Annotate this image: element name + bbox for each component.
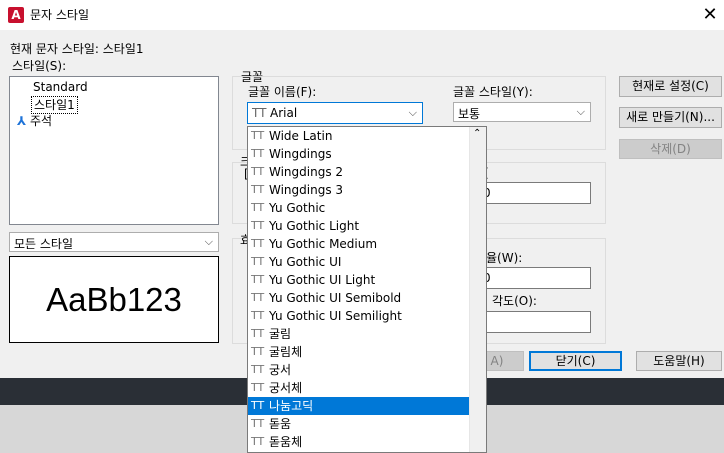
font-list-item[interactable]: TT Yu Gothic Medium [248, 235, 470, 253]
font-list-item[interactable]: TT 나눔고딕 [248, 397, 470, 415]
close-icon[interactable]: ✕ [698, 3, 722, 27]
font-list-item-label: 나눔고딕 [269, 399, 314, 413]
font-list-item[interactable]: TT Wide Latin [248, 127, 470, 145]
font-list-item[interactable]: TT Yu Gothic Light [248, 217, 470, 235]
oblique-angle-label: 각도(O): [492, 294, 537, 308]
truetype-icon: TT [251, 129, 265, 142]
truetype-icon: TT [251, 327, 265, 340]
font-list-item-label: Yu Gothic [269, 201, 326, 215]
preview-box: AaBb123 [9, 256, 219, 343]
truetype-icon: TT [251, 165, 265, 178]
truetype-icon: TT [251, 255, 265, 268]
font-list-item-label: Wingdings 3 [269, 183, 344, 197]
font-list-item[interactable]: TT Yu Gothic UI Semilight [248, 307, 470, 325]
truetype-icon: TT [252, 106, 267, 120]
styles-filter-combo[interactable]: 모든 스타일 ⌵ [9, 232, 219, 252]
chevron-down-icon: ⌵ [576, 105, 585, 118]
font-list-item[interactable]: TT 굴림체 [248, 343, 470, 361]
font-list-item-label: Yu Gothic UI Semibold [269, 291, 402, 305]
new-style-button[interactable]: 새로 만들기(N)... [619, 107, 722, 128]
truetype-icon: TT [251, 147, 265, 160]
truetype-icon: TT [251, 417, 265, 430]
font-list-item-label: Yu Gothic UI Light [269, 273, 376, 287]
font-list-item[interactable]: TT Yu Gothic [248, 199, 470, 217]
title-bar [0, 0, 724, 30]
delete-button[interactable]: 삭제(D) [619, 139, 722, 159]
styles-label: 스타일(S): [12, 59, 67, 73]
font-list-item[interactable]: TT 돋움 [248, 415, 470, 433]
font-list-item-label: 궁서체 [269, 381, 303, 395]
font-style-label: 글꼴 스타일(Y): [453, 85, 533, 99]
truetype-icon: TT [251, 309, 265, 322]
annotative-icon: ⅄ [17, 114, 27, 128]
truetype-icon: TT [251, 183, 265, 196]
font-list-item[interactable]: TT Wingdings 3 [248, 181, 470, 199]
help-button[interactable]: 도움말(H) [636, 351, 722, 371]
font-list-item[interactable]: TT Yu Gothic UI Semibold [248, 289, 470, 307]
font-list-item[interactable]: TT 궁서 [248, 361, 470, 379]
font-list-item-label: Wingdings 2 [269, 165, 344, 179]
truetype-icon: TT [251, 201, 265, 214]
font-list-item-label: 궁서 [269, 363, 292, 377]
font-style-combo[interactable]: 보통 ⌵ [453, 102, 591, 122]
style-item-annotative[interactable]: ⅄ 주석 [17, 113, 52, 129]
font-list-item[interactable]: TT Yu Gothic UI Light [248, 271, 470, 289]
font-name-combo[interactable]: TT Arial ⌵ [247, 102, 423, 124]
font-list-item[interactable]: TT Yu Gothic UI [248, 253, 470, 271]
font-list-item[interactable]: TT Wingdings [248, 145, 470, 163]
chevron-down-icon: ⌵ [204, 235, 213, 248]
font-style-value: 보통 [458, 107, 481, 121]
set-current-button[interactable]: 현재로 설정(C) [619, 76, 722, 97]
font-name-value: Arial [270, 106, 298, 120]
truetype-icon: TT [251, 237, 265, 250]
style-item-annotative-label: 주석 [29, 114, 53, 128]
font-list-item[interactable]: TT 굴림 [248, 325, 470, 343]
autocad-a-icon: A [8, 7, 24, 23]
width-factor-label: 율(W): [486, 251, 523, 265]
height-input[interactable]: 0 [478, 182, 591, 204]
window-title: 문자 스타일 [30, 8, 90, 22]
font-dropdown-list[interactable]: TT Wide Latin TT Wingdings TT Wingdings 2 TT Wi… [247, 126, 487, 453]
font-list-item-label: 굴림체 [269, 345, 303, 359]
font-list-item-label: Wide Latin [269, 129, 333, 143]
truetype-icon: TT [251, 381, 265, 394]
current-style-label: 현재 문자 스타일: 스타일1 [10, 42, 144, 56]
truetype-icon: TT [251, 219, 265, 232]
truetype-icon: TT [251, 399, 265, 412]
style-item-standard[interactable]: Standard [33, 79, 88, 95]
font-name-label: 글꼴 이름(F): [248, 85, 317, 99]
close-button[interactable]: 닫기(C) [529, 351, 622, 371]
styles-listbox[interactable]: Standard 스타일1 ⅄ 주석 [9, 76, 219, 225]
oblique-angle-input[interactable] [478, 311, 591, 333]
truetype-icon: TT [251, 291, 265, 304]
chevron-down-icon: ⌵ [408, 106, 417, 119]
font-list-item-label: 굴림 [269, 327, 292, 341]
truetype-icon: TT [251, 363, 265, 376]
dropdown-scrollbar[interactable]: ⌃ [469, 127, 486, 452]
preview-text: AaBb123 [46, 281, 182, 318]
font-list-item-label: 돋움 [269, 417, 292, 431]
width-factor-input[interactable]: 0 [478, 267, 591, 289]
font-list-item-label: 돋움체 [269, 435, 303, 449]
scroll-up-arrow-icon[interactable]: ⌃ [473, 128, 481, 139]
styles-filter-value: 모든 스타일 [14, 237, 74, 251]
font-list-item-label: Yu Gothic UI [269, 255, 342, 269]
font-list-item-label: Yu Gothic Medium [269, 237, 378, 251]
truetype-icon: TT [251, 435, 265, 448]
truetype-icon: TT [251, 345, 265, 358]
truetype-icon: TT [251, 273, 265, 286]
font-list-item-label: Yu Gothic Light [269, 219, 360, 233]
font-list-item-label: Yu Gothic UI Semilight [269, 309, 402, 323]
font-list-item[interactable]: TT Wingdings 2 [248, 163, 470, 181]
style-item-style1[interactable]: 스타일1 [31, 96, 78, 114]
font-list-item-label: Wingdings [269, 147, 332, 161]
font-list-item[interactable]: TT 돋움체 [248, 433, 470, 451]
font-list-item[interactable]: TT 궁서체 [248, 379, 470, 397]
